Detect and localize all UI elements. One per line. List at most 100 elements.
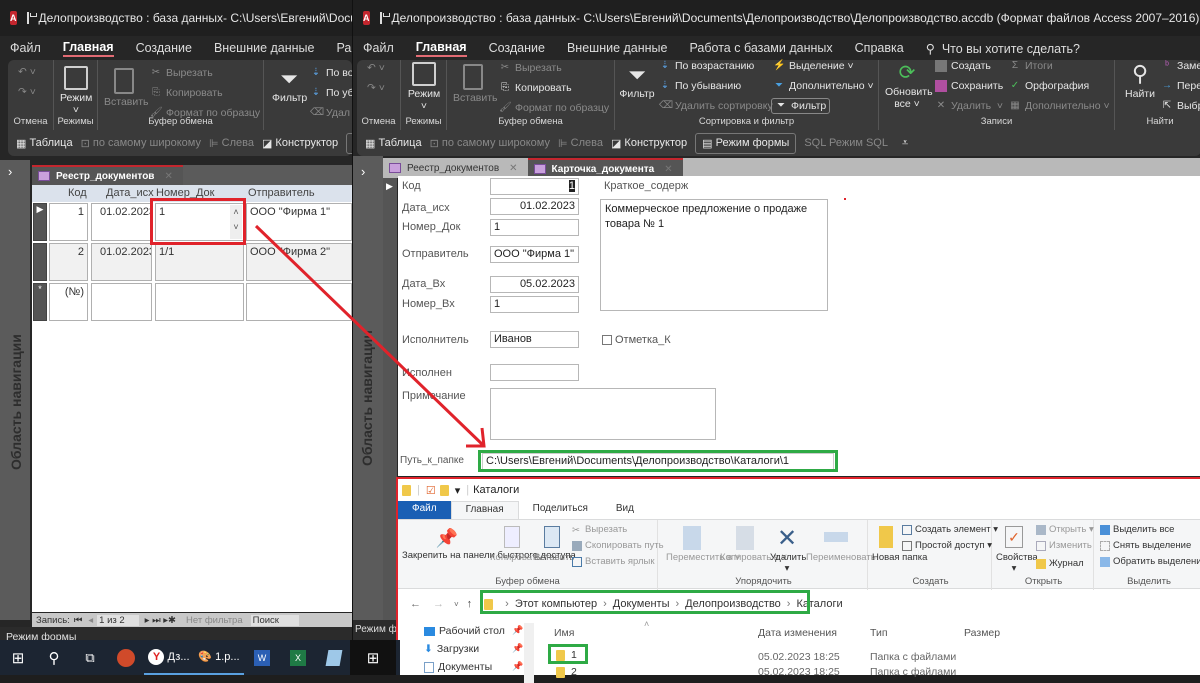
- notepad-app[interactable]: [316, 640, 352, 675]
- windows-icon: ⊞: [12, 649, 25, 667]
- up-button[interactable]: ↑: [467, 598, 473, 610]
- copy-icon: [504, 526, 520, 548]
- select-none-button[interactable]: Снять выделение: [1100, 540, 1191, 551]
- select-none-icon: [1100, 541, 1110, 551]
- invert-selection-icon: [1100, 557, 1110, 567]
- taskbar: ⊞ ⚲ ⧉ YДз... 🎨1.p... W X: [0, 640, 400, 675]
- paint-icon: 🎨: [198, 650, 212, 663]
- highlight-folder-1: [548, 644, 588, 664]
- task-view-button[interactable]: ⧉: [72, 640, 108, 675]
- history-button[interactable]: Журнал: [1036, 558, 1084, 569]
- new-folder-button[interactable]: Новая папка: [872, 526, 900, 563]
- col-size[interactable]: Размер: [964, 627, 1000, 639]
- group-label: Упорядочить: [660, 576, 867, 587]
- file-modified: 05.02.2023 18:25: [758, 666, 840, 678]
- sidebar-item-downloads[interactable]: ⬇Загрузки: [424, 643, 479, 655]
- properties-button[interactable]: ✓ Свойства▾: [996, 526, 1032, 574]
- tab-share[interactable]: Поделиться: [519, 501, 602, 519]
- easy-access-button[interactable]: Простой доступ ▾: [902, 540, 992, 551]
- explorer-ribbon: 📌 Закрепить на панели быстрого доступа К…: [398, 519, 1200, 589]
- group-label: Буфер обмена: [398, 576, 657, 587]
- edit-button[interactable]: Изменить: [1036, 540, 1092, 551]
- pin-icon: 📌: [512, 625, 523, 636]
- new-item-button[interactable]: Создать элемент ▾: [902, 524, 998, 535]
- properties-qat-icon[interactable]: ☑: [426, 484, 436, 497]
- explorer-tabs: Файл Главная Поделиться Вид: [398, 501, 1200, 519]
- excel-app[interactable]: X: [280, 640, 316, 675]
- group-label: Выделить: [1096, 576, 1200, 587]
- search-icon: ⚲: [49, 649, 60, 667]
- excel-icon: X: [290, 650, 306, 666]
- task-view-icon: ⧉: [85, 650, 94, 666]
- forward-button[interactable]: →: [433, 598, 444, 610]
- yandex-app[interactable]: YДз...: [144, 640, 194, 675]
- file-row[interactable]: 2: [556, 666, 577, 678]
- delete-button[interactable]: ✕ Удалить▾: [770, 526, 804, 574]
- rename-button[interactable]: Переименовать: [806, 526, 866, 563]
- pin-quick-access-button[interactable]: 📌 Закрепить на панели быстрого доступа: [402, 526, 492, 561]
- highlight-breadcrumb: [480, 590, 810, 614]
- file-modified: 05.02.2023 18:25: [758, 651, 840, 663]
- col-modified[interactable]: Дата изменения: [758, 627, 837, 639]
- word-app[interactable]: W: [244, 640, 280, 675]
- start-button[interactable]: ⊞: [0, 640, 36, 675]
- word-icon: W: [254, 650, 270, 666]
- sidebar-scrollbar[interactable]: [524, 623, 534, 683]
- yandex-icon: Y: [148, 649, 164, 665]
- new-folder-qat-icon[interactable]: [440, 485, 449, 496]
- recent-dropdown[interactable]: ˅: [454, 600, 459, 609]
- file-type: Папка с файлами: [870, 651, 956, 663]
- group-label: Открыть: [994, 576, 1093, 587]
- search-button[interactable]: ⚲: [36, 640, 72, 675]
- arrow-line: [256, 226, 484, 446]
- document-icon: [424, 662, 434, 673]
- desktop-icon: [424, 627, 435, 636]
- edit-icon: [1036, 541, 1046, 551]
- explorer-title-bar: | ☑ ▾ | Каталоги: [398, 479, 1200, 501]
- history-icon: [1036, 559, 1046, 569]
- sort-indicator-icon: ˄: [644, 619, 649, 629]
- scissors-icon: ✂: [572, 525, 582, 535]
- back-button[interactable]: ←: [410, 598, 421, 610]
- qat-dropdown-icon[interactable]: ▾: [455, 484, 461, 497]
- file-list: Имя ˄ Дата изменения Тип Размер 1 05.02.…: [544, 619, 1200, 679]
- download-icon: ⬇: [424, 643, 433, 655]
- second-taskbar: ⊞: [350, 640, 396, 675]
- organize-group: Переместить в ˅ Копировать в ˅ ✕ Удалить…: [660, 520, 868, 590]
- pin-icon: 📌: [512, 643, 523, 654]
- new-item-icon: [902, 525, 912, 535]
- paste-button[interactable]: Вставить: [534, 526, 570, 563]
- explorer-title: Каталоги: [473, 484, 519, 496]
- file-type: Папка с файлами: [870, 666, 956, 678]
- group-label: Создать: [870, 576, 991, 587]
- select-all-button[interactable]: Выделить все: [1100, 524, 1174, 535]
- sidebar-item-documents[interactable]: Документы: [424, 661, 492, 673]
- col-type[interactable]: Тип: [870, 627, 888, 639]
- invert-selection-button[interactable]: Обратить выделение: [1100, 556, 1200, 567]
- powerpoint-app[interactable]: [108, 640, 144, 675]
- paste-shortcut-button[interactable]: Вставить ярлык: [572, 556, 655, 567]
- copy-path-button[interactable]: Скопировать путь: [572, 540, 664, 551]
- notepad-icon: [326, 650, 343, 666]
- clipboard-icon: [544, 526, 560, 548]
- rename-icon: [824, 532, 848, 542]
- sidebar-item-desktop[interactable]: Рабочий стол: [424, 625, 505, 637]
- select-all-icon: [1100, 525, 1110, 535]
- copy-to-button[interactable]: Копировать в ˅: [720, 526, 770, 563]
- cut-button[interactable]: ✂Вырезать: [572, 524, 627, 535]
- open-button[interactable]: Открыть ▾: [1036, 524, 1094, 535]
- windows-icon[interactable]: ⊞: [367, 649, 380, 667]
- col-name[interactable]: Имя: [554, 627, 574, 639]
- folder-icon: [556, 667, 565, 678]
- create-group: Новая папка Создать элемент ▾ Простой до…: [870, 520, 992, 590]
- paint-app[interactable]: 🎨1.p...: [194, 640, 244, 675]
- shortcut-icon: [572, 557, 582, 567]
- tab-home[interactable]: Главная: [451, 501, 519, 519]
- move-to-button[interactable]: Переместить в ˅: [666, 526, 718, 563]
- copy-button[interactable]: Копировать: [490, 526, 534, 563]
- move-icon: [683, 526, 701, 550]
- select-group: Выделить все Снять выделение Обратить вы…: [1096, 520, 1200, 590]
- tab-view[interactable]: Вид: [602, 501, 648, 519]
- tab-file[interactable]: Файл: [398, 501, 451, 519]
- easy-access-icon: [902, 541, 912, 551]
